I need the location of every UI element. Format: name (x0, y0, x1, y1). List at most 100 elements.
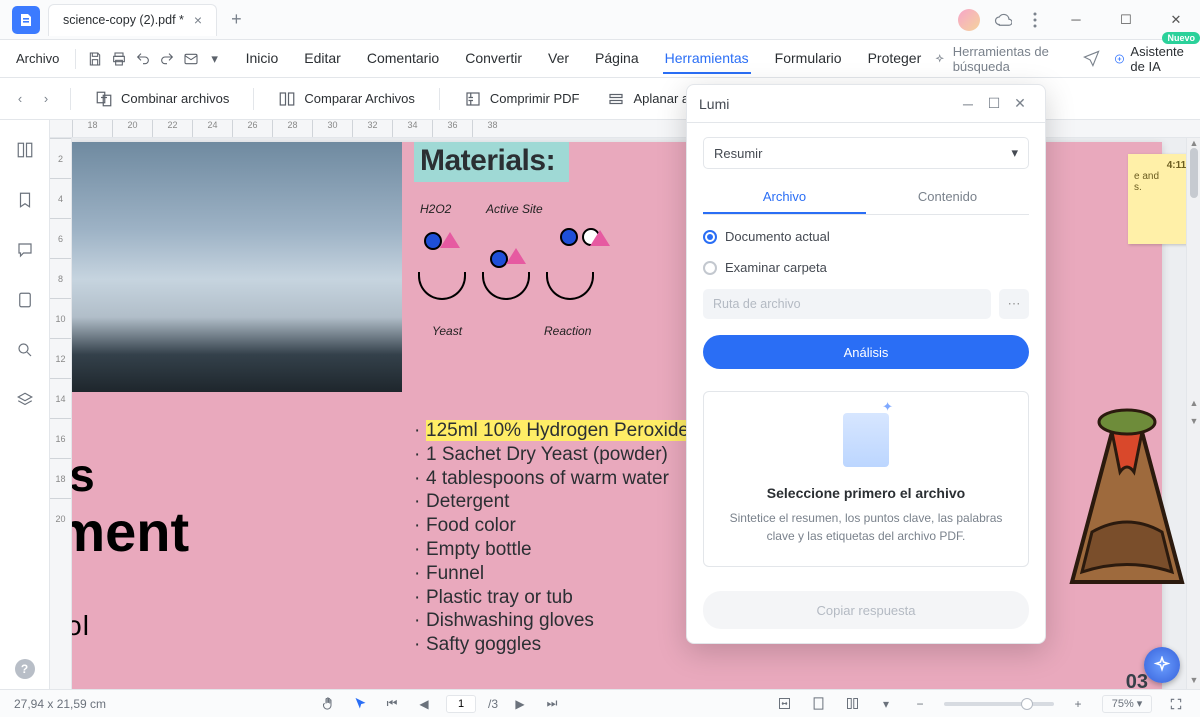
save-icon[interactable] (86, 46, 104, 72)
radio-off-icon (703, 261, 717, 275)
compress-pdf-button[interactable]: Comprimir PDF (454, 84, 590, 114)
tab-inicio[interactable]: Inicio (244, 44, 281, 74)
tab-comentario[interactable]: Comentario (365, 44, 441, 74)
layers-icon[interactable] (11, 386, 39, 414)
sticky-note[interactable]: 4:11 PM e and s. (1128, 154, 1186, 244)
zoom-slider[interactable] (944, 702, 1054, 706)
menu-bar: Archivo ▾ Inicio Editar Comentario Conve… (0, 40, 1200, 78)
nav-fwd-icon[interactable]: › (36, 89, 56, 109)
help-icon[interactable]: ? (15, 659, 35, 679)
compare-icon (278, 90, 296, 108)
document-placeholder-icon: ✦ (843, 413, 889, 467)
select-tool-icon[interactable] (350, 694, 370, 714)
menu-file[interactable]: Archivo (10, 47, 65, 70)
kebab-menu-icon[interactable] (1026, 11, 1044, 29)
radio-browse-folder[interactable]: Examinar carpeta (703, 260, 1029, 275)
new-tab-button[interactable]: + (227, 5, 246, 34)
lumi-tab-contenido[interactable]: Contenido (866, 181, 1029, 214)
browse-more-button[interactable]: ⋯ (999, 289, 1029, 319)
comments-icon[interactable] (11, 236, 39, 264)
new-badge: Nuevo (1162, 32, 1200, 44)
attachments-icon[interactable] (11, 286, 39, 314)
fullscreen-icon[interactable] (1166, 694, 1186, 714)
page-number: 03 (1126, 671, 1148, 689)
ai-assistant-label: Asistente de IA (1130, 44, 1190, 74)
radio-on-icon (703, 230, 717, 244)
lumi-panel: Lumi ─ ☐ ✕ Resumir ▾ Archivo Contenido D… (686, 84, 1046, 644)
send-icon[interactable] (1083, 50, 1100, 68)
page-total: /3 (488, 697, 498, 711)
menu-tabs: Inicio Editar Comentario Convertir Ver P… (244, 44, 924, 74)
fit-width-icon[interactable] (774, 694, 794, 714)
materials-heading: Materials: (414, 142, 569, 182)
page-last-icon[interactable]: ⏭ (542, 694, 562, 714)
zoom-out-icon[interactable]: − (910, 694, 930, 714)
thumbnails-icon[interactable] (11, 136, 39, 164)
tab-herramientas[interactable]: Herramientas (663, 44, 751, 74)
analyze-button[interactable]: Análisis (703, 335, 1029, 369)
vertical-scrollbar[interactable]: ▲ ▲ ▼ ▼ (1186, 138, 1200, 689)
window-maximize[interactable]: ☐ (1108, 2, 1144, 38)
tab-proteger[interactable]: Proteger (866, 44, 924, 74)
flatten-icon (607, 90, 625, 108)
tools-search[interactable]: Herramientas de búsqueda (935, 44, 1058, 74)
tab-formulario[interactable]: Formulario (773, 44, 844, 74)
lumi-action-select[interactable]: Resumir ▾ (703, 137, 1029, 169)
lumi-maximize-icon[interactable]: ☐ (981, 91, 1007, 117)
dropzone-text: Sintetice el resumen, los puntos clave, … (724, 509, 1008, 545)
page-next-icon[interactable]: ▶ (510, 694, 530, 714)
ai-assistant-button[interactable]: Asistente de IA Nuevo (1114, 44, 1190, 74)
cloud-icon[interactable] (994, 11, 1012, 29)
tab-convertir[interactable]: Convertir (463, 44, 524, 74)
nav-back-icon[interactable]: ‹ (10, 89, 30, 109)
volcano-illustration (1062, 392, 1186, 592)
combine-icon (95, 90, 113, 108)
view-continuous-icon[interactable]: ▾ (876, 694, 896, 714)
scroll-thumb[interactable] (1190, 148, 1198, 198)
zoom-in-icon[interactable]: + (1068, 694, 1088, 714)
hero-photo (72, 142, 402, 392)
window-minimize[interactable]: ─ (1058, 2, 1094, 38)
combine-files-button[interactable]: Combinar archivos (85, 84, 239, 114)
redo-icon[interactable] (158, 46, 176, 72)
chevron-down-icon: ▾ (1011, 145, 1018, 161)
dropdown-icon[interactable]: ▾ (206, 46, 224, 72)
sparkle-icon (935, 52, 944, 66)
page-first-icon[interactable]: ⏮ (382, 694, 402, 714)
compare-files-button[interactable]: Comparar Archivos (268, 84, 425, 114)
dropzone-heading: Seleccione primero el archivo (767, 485, 965, 501)
lumi-close-icon[interactable]: ✕ (1007, 91, 1033, 117)
tab-pagina[interactable]: Página (593, 44, 641, 74)
left-title-block: ass riment chool (72, 452, 189, 642)
lumi-title: Lumi (699, 96, 729, 112)
search-sidebar-icon[interactable] (11, 336, 39, 364)
lumi-tab-archivo[interactable]: Archivo (703, 181, 866, 214)
view-single-icon[interactable] (842, 694, 862, 714)
undo-icon[interactable] (134, 46, 152, 72)
page-number-input[interactable] (446, 695, 476, 713)
status-bar: 27,94 x 21,59 cm ⏮ ◀ /3 ▶ ⏭ ▾ − + 75%▾ (0, 689, 1200, 717)
left-sidebar: ? (0, 120, 50, 689)
print-icon[interactable] (110, 46, 128, 72)
page-prev-icon[interactable]: ◀ (414, 694, 434, 714)
radio-current-doc[interactable]: Documento actual (703, 229, 1029, 244)
email-icon[interactable] (182, 46, 200, 72)
zoom-value[interactable]: 75%▾ (1102, 695, 1152, 713)
copy-response-button: Copiar respuesta (703, 591, 1029, 629)
close-tab-icon[interactable]: × (194, 12, 202, 28)
tab-editar[interactable]: Editar (302, 44, 343, 74)
cursor-coords: 27,94 x 21,59 cm (14, 697, 106, 711)
user-avatar[interactable] (958, 9, 980, 31)
tab-ver[interactable]: Ver (546, 44, 571, 74)
ai-float-button[interactable] (1144, 647, 1180, 683)
vertical-ruler: 2 4 6 8 10 12 14 16 18 20 (50, 138, 72, 689)
tools-search-label: Herramientas de búsqueda (953, 44, 1059, 74)
ai-icon (1114, 51, 1125, 67)
compress-icon (464, 90, 482, 108)
fit-page-icon[interactable] (808, 694, 828, 714)
hand-tool-icon[interactable] (318, 694, 338, 714)
bookmarks-icon[interactable] (11, 186, 39, 214)
app-logo (12, 6, 40, 34)
document-tab[interactable]: science-copy (2).pdf * × (48, 4, 217, 36)
lumi-minimize-icon[interactable]: ─ (955, 91, 981, 117)
